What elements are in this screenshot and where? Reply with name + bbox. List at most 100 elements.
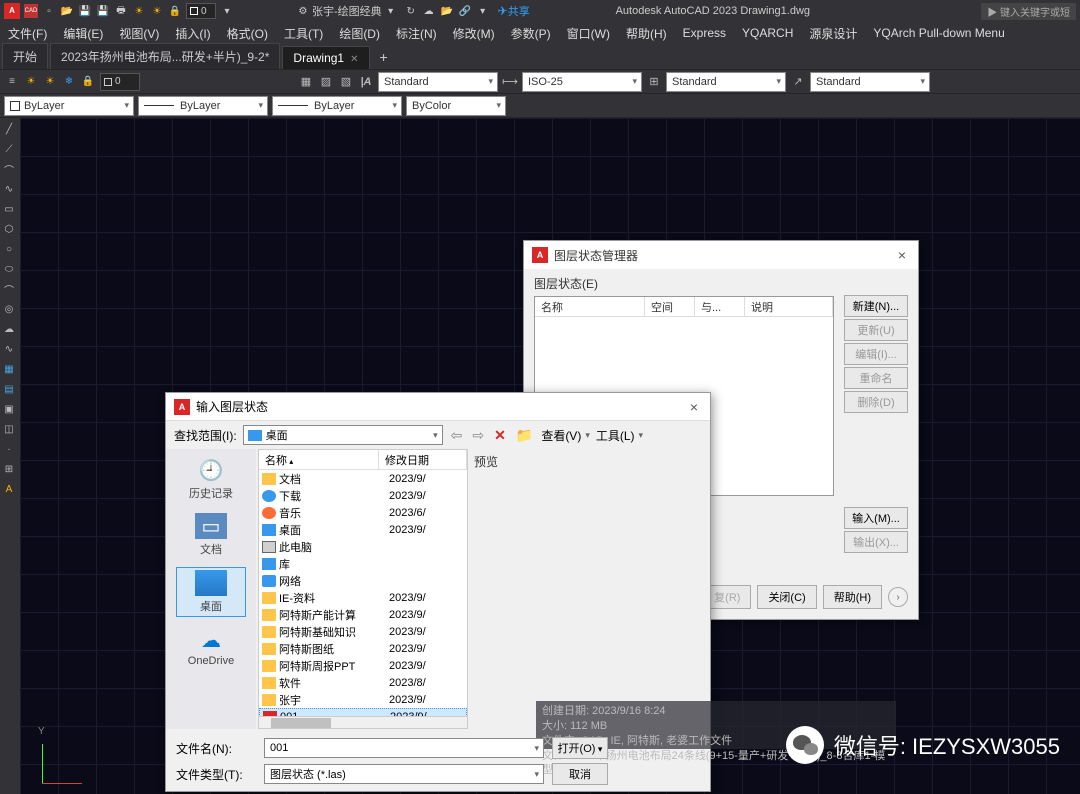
col-name[interactable]: 名称 — [535, 297, 645, 316]
layer-filter-icon[interactable]: ≡ — [4, 74, 20, 90]
linetype-dd[interactable]: ByLayer — [138, 96, 268, 116]
tb-sync-icon[interactable]: ↻ — [404, 4, 418, 18]
dim-icon[interactable]: ⟼ — [502, 74, 518, 90]
file-row[interactable]: 桌面2023/9/ — [259, 521, 467, 538]
plotstyle-dd[interactable]: ByColor — [406, 96, 506, 116]
qat-gear-icon[interactable]: ⚙ — [296, 4, 310, 18]
menu-item[interactable]: 文件(F) — [0, 23, 55, 44]
file-row[interactable]: 软件2023/8/ — [259, 674, 467, 691]
lsm-titlebar[interactable]: A 图层状态管理器 × — [524, 241, 918, 269]
polygon-icon[interactable]: ⬡ — [0, 220, 18, 238]
hatch-tool-icon[interactable]: ▦ — [0, 360, 18, 378]
revision-icon[interactable]: ☁ — [0, 320, 18, 338]
tools-dd[interactable]: 工具(L) — [596, 427, 643, 444]
file-list[interactable]: 名称 修改日期 文档2023/9/下载2023/9/音乐2023/6/桌面202… — [258, 449, 468, 729]
point-icon[interactable]: · — [0, 440, 18, 458]
lsm-new-button[interactable]: 新建(N)... — [844, 295, 908, 317]
file-row[interactable]: 阿特斯基础知识2023/9/ — [259, 623, 467, 640]
file-row[interactable]: 下载2023/9/ — [259, 487, 467, 504]
menu-item[interactable]: 修改(M) — [445, 23, 503, 44]
menu-item[interactable]: 绘图(D) — [331, 23, 388, 44]
file-row[interactable]: 张宇2023/9/ — [259, 691, 467, 708]
menu-item[interactable]: 源泉设计 — [801, 23, 865, 44]
file-titlebar[interactable]: A 输入图层状态 × — [166, 393, 710, 421]
view-dd[interactable]: 查看(V) — [541, 427, 590, 444]
lsm-help-button[interactable]: 帮助(H) — [823, 585, 882, 609]
tablestyle-dd[interactable]: Standard — [666, 72, 786, 92]
hatch2-icon[interactable]: ▨ — [318, 74, 334, 90]
file-row[interactable]: 文档2023/9/ — [259, 470, 467, 487]
gradient-icon[interactable]: ▤ — [0, 380, 18, 398]
workspace-label[interactable]: 张宇-绘图经典 — [312, 3, 382, 19]
menu-item[interactable]: 格式(O) — [219, 23, 276, 44]
menu-item[interactable]: 参数(P) — [503, 23, 559, 44]
col-space[interactable]: 空间 — [645, 297, 695, 316]
file-row[interactable]: IE-资料2023/9/ — [259, 589, 467, 606]
tb-cloud-icon[interactable]: ☁ — [422, 4, 436, 18]
color-dd[interactable]: ByLayer — [4, 96, 134, 116]
col-file-name[interactable]: 名称 — [259, 450, 379, 469]
tb-share2-icon[interactable]: 🔗 — [458, 4, 472, 18]
file-row[interactable]: 阿特斯周报PPT2023/9/ — [259, 657, 467, 674]
fwd-icon[interactable]: ⇨ — [470, 427, 486, 444]
lookin-dropdown[interactable]: 桌面 — [243, 425, 443, 445]
qat-lock-icon[interactable]: 🔒 — [168, 4, 182, 18]
circle-icon[interactable]: ○ — [0, 240, 18, 258]
tab-doc2[interactable]: Drawing1✕ — [282, 46, 369, 69]
mleaderstyle-dd[interactable]: Standard — [810, 72, 930, 92]
qat-save-icon[interactable]: 💾 — [78, 4, 92, 18]
donut-icon[interactable]: ◎ — [0, 300, 18, 318]
file-row[interactable]: 阿特斯产能计算2023/9/ — [259, 606, 467, 623]
search-hint[interactable]: ▶ 键入关键字或短 — [981, 3, 1076, 20]
lsm-close-button[interactable]: × — [894, 247, 910, 263]
h-scrollbar[interactable] — [259, 716, 467, 728]
place-docs[interactable]: ▭文档 — [176, 511, 246, 559]
filename-field[interactable]: 001 — [264, 738, 544, 758]
layer-lock-icon[interactable]: 🔒 — [80, 74, 96, 90]
place-history[interactable]: 🕘历史记录 — [176, 455, 246, 503]
qat-layer-dd[interactable]: 0 — [186, 3, 216, 19]
qat-cad-icon[interactable]: CAD — [24, 4, 38, 18]
menu-item[interactable]: 编辑(E) — [55, 23, 111, 44]
col-file-modified[interactable]: 修改日期 — [379, 450, 467, 469]
file-row[interactable]: 阿特斯图纸2023/9/ — [259, 640, 467, 657]
menu-item[interactable]: 窗口(W) — [559, 23, 618, 44]
arc-icon[interactable]: ⌒ — [0, 160, 18, 178]
menu-item[interactable]: Express — [675, 24, 734, 42]
rect-icon[interactable]: ▭ — [0, 200, 18, 218]
boundary-icon[interactable]: ▣ — [0, 400, 18, 418]
tb-dd-icon[interactable]: ▾ — [476, 4, 490, 18]
table-icon[interactable]: ⊞ — [646, 74, 662, 90]
back-icon[interactable]: ⇦ — [449, 427, 465, 444]
delete-icon[interactable]: ✕ — [492, 427, 508, 444]
share-plane-icon[interactable]: ✈ — [498, 4, 508, 18]
mleader-icon[interactable]: ↗ — [790, 74, 806, 90]
qat-new-icon[interactable]: ▫ — [42, 4, 56, 18]
workspace-dd-icon[interactable]: ▾ — [384, 4, 398, 18]
qat-saveas-icon[interactable]: 💾 — [96, 4, 110, 18]
table-tool-icon[interactable]: ⊞ — [0, 460, 18, 478]
file-close-button[interactable]: × — [686, 399, 702, 415]
line-icon[interactable]: ╱ — [0, 120, 18, 138]
menu-item[interactable]: 插入(I) — [167, 23, 218, 44]
place-onedrive[interactable]: ☁OneDrive — [176, 625, 246, 669]
new-tab-button[interactable]: + — [370, 45, 398, 69]
col-with[interactable]: 与... — [695, 297, 745, 316]
col-desc[interactable]: 说明 — [745, 297, 833, 316]
menu-item[interactable]: YQArch Pull-down Menu — [865, 24, 1012, 42]
place-desktop[interactable]: 桌面 — [176, 567, 246, 617]
arc2-icon[interactable]: ⌒ — [0, 280, 18, 298]
dimstyle-dd[interactable]: ISO-25 — [522, 72, 642, 92]
lsm-expand-button[interactable]: › — [888, 587, 908, 607]
qat-redo-icon[interactable]: ☀ — [150, 4, 164, 18]
menu-item[interactable]: YQARCH — [734, 24, 801, 42]
region-icon[interactable]: ◫ — [0, 420, 18, 438]
qat-dd-arrow-icon[interactable]: ▾ — [220, 4, 234, 18]
layer-light-icon[interactable]: ☀ — [23, 74, 39, 90]
menu-item[interactable]: 标注(N) — [388, 23, 445, 44]
lsm-close-button-2[interactable]: 关闭(C) — [757, 585, 816, 609]
layer-freeze-icon[interactable]: ❄ — [61, 74, 77, 90]
tab-start[interactable]: 开始 — [2, 43, 48, 69]
file-row[interactable]: 音乐2023/6/ — [259, 504, 467, 521]
filetype-dropdown[interactable]: 图层状态 (*.las) — [264, 764, 544, 784]
